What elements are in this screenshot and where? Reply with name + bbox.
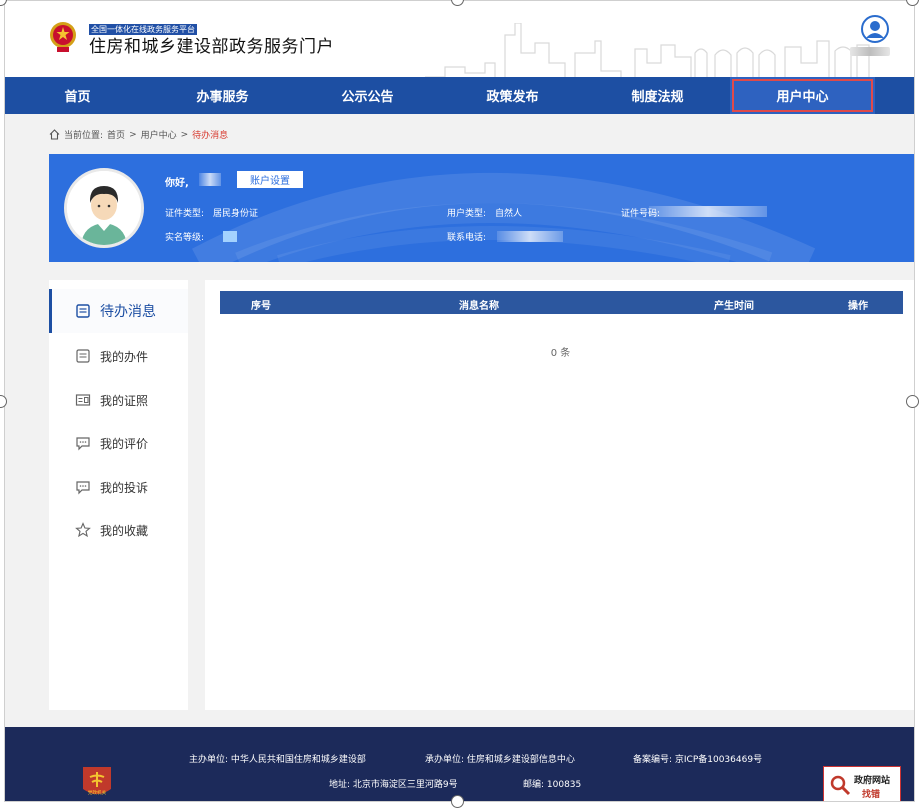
breadcrumb-user-center[interactable]: 用户中心: [141, 128, 177, 141]
user-type-value: 自然人: [495, 209, 523, 219]
footer-address: 地址: 北京市海淀区三里河路9号: [329, 780, 458, 790]
realname-level-redacted: [223, 231, 237, 242]
site-header: 全国一体化在线政务服务平台 住房和城乡建设部政务服务门户: [5, 1, 914, 77]
column-header-message-name: 消息名称: [459, 301, 499, 312]
id-number-redacted: [649, 206, 767, 217]
username-redacted: [850, 47, 890, 56]
portal-title[interactable]: 住房和城乡建设部政务服务门户: [89, 37, 334, 57]
skyline-decoration: [425, 23, 870, 77]
national-emblem-icon: [50, 22, 76, 52]
message-panel: 序号 消息名称 产生时间 操作 0 条: [205, 280, 914, 710]
nav-regulations[interactable]: 制度法规: [585, 77, 730, 114]
id-type-value: 居民身份证: [213, 209, 259, 219]
page-frame: 全国一体化在线政务服务平台 住房和城乡建设部政务服务门户 首页 办事服务 公示公…: [4, 0, 915, 802]
sidebar-item-label: 我的办件: [100, 349, 149, 364]
footer-icp[interactable]: 备案编号: 京ICP备10036469号: [633, 752, 762, 765]
user-portrait-icon: [67, 171, 141, 245]
footer-undertaker: 承办单位: 住房和城乡建设部信息中心: [425, 755, 575, 765]
id-card-icon: [75, 394, 91, 406]
realname-level-label: 实名等级:: [165, 233, 205, 243]
table-header: 序号 消息名称 产生时间 操作: [220, 291, 903, 314]
sidebar-item-my-reviews[interactable]: 我的评价: [49, 421, 188, 465]
sidebar-item-my-licenses[interactable]: 我的证照: [49, 378, 188, 422]
footer-host: 主办单位: 中华人民共和国住房和城乡建设部: [189, 755, 366, 765]
account-settings-button[interactable]: 账户设置: [237, 171, 303, 188]
platform-title: 全国一体化在线政务服务平台: [89, 24, 197, 35]
breadcrumb-home[interactable]: 首页: [107, 128, 125, 141]
main-nav: 首页 办事服务 公示公告 政策发布 制度法规 用户中心: [5, 77, 914, 114]
column-header-index: 序号: [251, 301, 271, 312]
id-type-label: 证件类型:: [165, 209, 205, 219]
nav-user-center[interactable]: 用户中心: [730, 77, 875, 114]
site-footer: 主办单位: 中华人民共和国住房和城乡建设部 承办单位: 住房和城乡建设部信息中心…: [5, 727, 914, 801]
nav-home[interactable]: 首页: [5, 77, 150, 114]
breadcrumb-separator: >: [129, 129, 137, 140]
greeting: 你好,: [165, 178, 189, 189]
nav-announcements[interactable]: 公示公告: [295, 77, 440, 114]
phone-label: 联系电话:: [447, 233, 487, 243]
user-avatar-icon[interactable]: [861, 15, 889, 43]
document-icon: [76, 349, 90, 363]
error-badge-title: 政府网站: [854, 776, 891, 786]
column-header-created-time: 产生时间: [714, 301, 754, 312]
gov-site-error-report-button[interactable]: 政府网站 找错: [823, 766, 901, 801]
username-redacted: [199, 173, 221, 186]
sidebar-item-label: 待办消息: [100, 304, 156, 320]
user-type-label: 用户类型:: [447, 209, 487, 219]
resize-handle-right[interactable]: [906, 395, 919, 408]
sidebar-item-my-favorites[interactable]: 我的收藏: [49, 508, 188, 552]
sidebar-item-label: 我的收藏: [100, 523, 149, 538]
party-logo-text: 党政机关: [88, 789, 107, 796]
sidebar-item-label: 我的证照: [100, 393, 149, 408]
breadcrumb-separator: >: [180, 129, 189, 140]
sidebar-item-my-cases[interactable]: 我的办件: [49, 334, 188, 378]
comment-icon: [76, 437, 90, 451]
sidebar-item-my-complaints[interactable]: 我的投诉: [49, 465, 188, 509]
user-sidebar: 待办消息 我的办件 我的证照 我的评价 我的投诉 我的收藏: [49, 280, 188, 710]
column-header-actions: 操作: [848, 301, 868, 312]
home-icon: [49, 129, 60, 140]
nav-services[interactable]: 办事服务: [150, 77, 295, 114]
magnifier-icon: [830, 775, 851, 796]
phone-redacted: [497, 231, 563, 242]
breadcrumb: 当前位置: 首页 > 用户中心 > 待办消息: [49, 128, 228, 141]
message-icon: [76, 304, 90, 318]
footer-postcode: 邮编: 100835: [523, 780, 582, 790]
nav-policies[interactable]: 政策发布: [440, 77, 585, 114]
profile-avatar: [64, 168, 144, 248]
sidebar-item-label: 我的评价: [100, 436, 149, 451]
error-badge-subtitle: 找错: [862, 790, 881, 800]
breadcrumb-prefix: 当前位置:: [64, 131, 104, 141]
sidebar-item-pending-messages[interactable]: 待办消息: [49, 289, 188, 333]
comment-icon: [76, 481, 90, 495]
breadcrumb-current: 待办消息: [192, 131, 229, 141]
profile-banner: 你好, 账户设置 证件类型: 居民身份证 实名等级: 用户类型: 自然人 联系电…: [49, 154, 914, 262]
party-government-logo[interactable]: 党政机关: [79, 763, 115, 799]
sidebar-item-label: 我的投诉: [100, 480, 149, 495]
record-count: 0 条: [550, 348, 571, 359]
star-icon: [75, 522, 91, 538]
